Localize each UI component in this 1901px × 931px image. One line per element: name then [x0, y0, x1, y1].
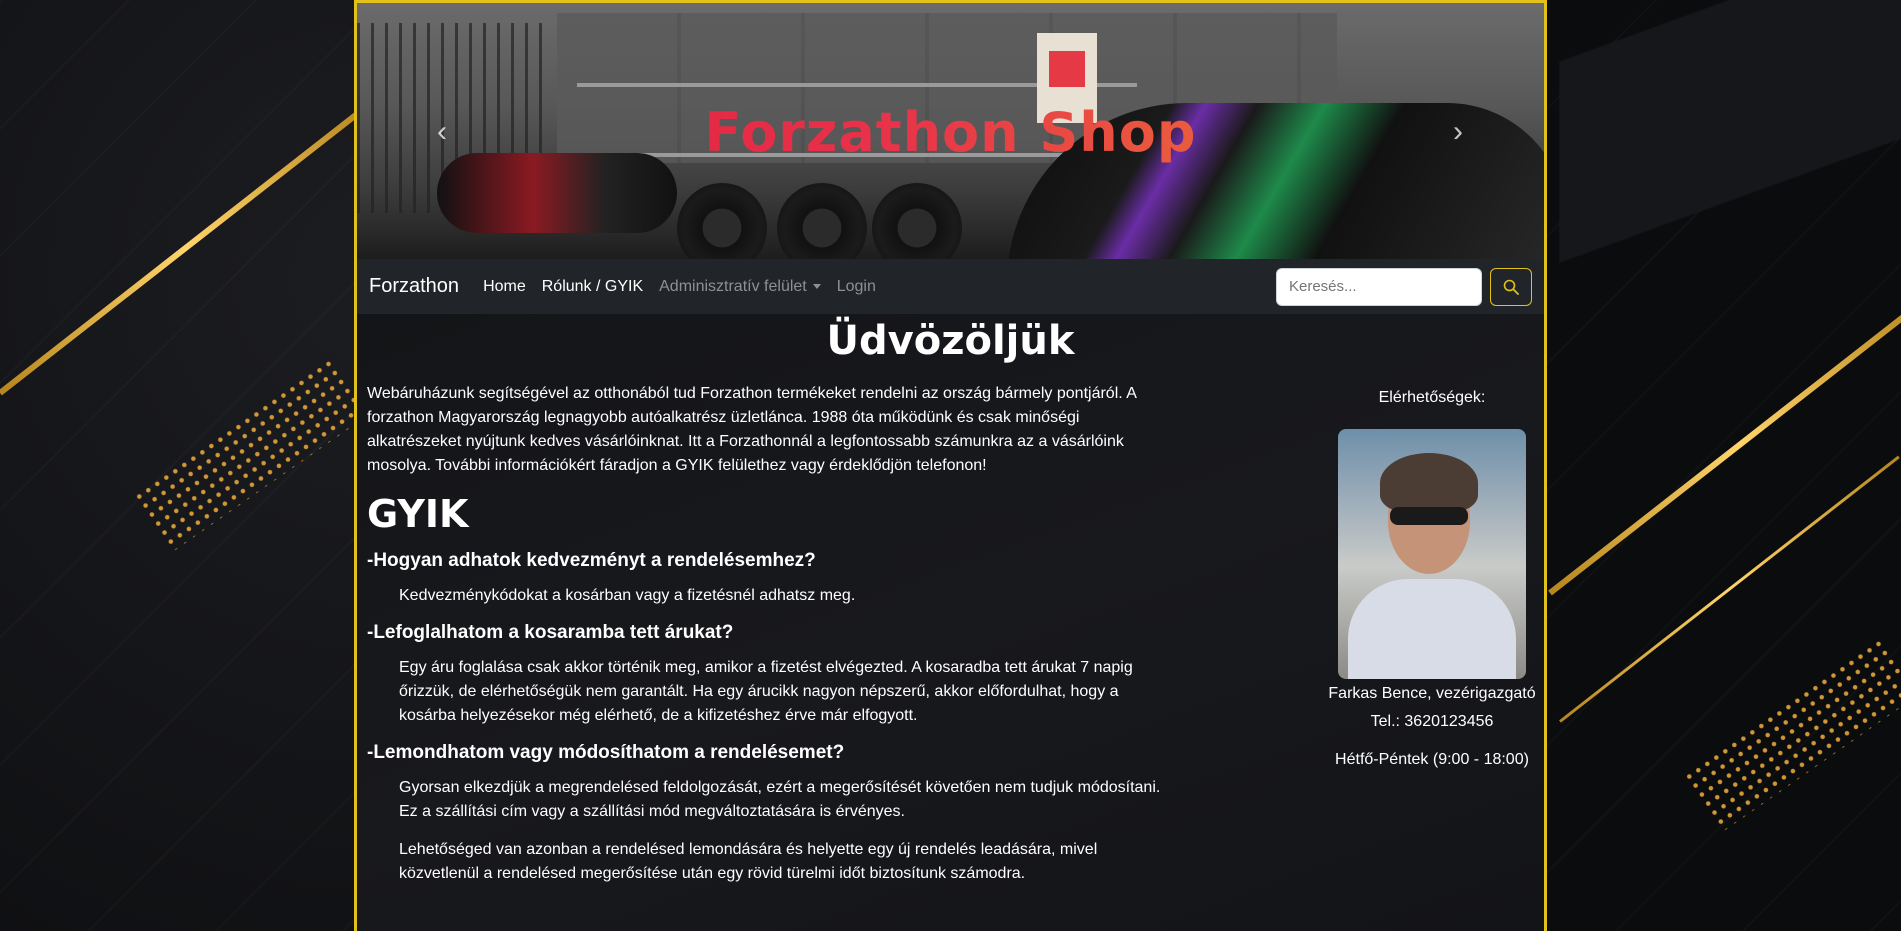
nav-admin-label: Adminisztratív felület — [659, 277, 807, 295]
navbar-brand[interactable]: Forzathon — [369, 275, 459, 298]
hero-tire — [777, 183, 867, 259]
faq-question: -Lefoglalhatom a kosaramba tett árukat? — [367, 622, 734, 643]
hero-carousel: Forzathon Shop ‹ › — [357, 3, 1544, 259]
main-frame: Forzathon Shop ‹ › Forzathon Home Rólunk… — [354, 0, 1547, 931]
intro-text: Webáruházunk segítségével az otthonából … — [367, 385, 1137, 474]
contact-label: Elérhetőségek: — [1378, 389, 1486, 406]
nav-home[interactable]: Home — [483, 278, 526, 296]
nav-about-faq[interactable]: Rólunk / GYIK — [542, 278, 643, 296]
carousel-prev-icon[interactable]: ‹ — [437, 115, 447, 149]
navbar: Forzathon Home Rólunk / GYIK Adminisztra… — [357, 259, 1544, 314]
search-input[interactable] — [1276, 267, 1482, 306]
faq-title: GYIK — [367, 492, 469, 536]
hero-title: Forzathon Shop — [357, 101, 1544, 164]
hero-tire — [872, 183, 962, 259]
contact-name: Farkas Bence, vezérigazgató — [1328, 685, 1536, 702]
photo-shirt — [1348, 579, 1516, 679]
contact-phone: Tel.: 3620123456 — [1370, 713, 1494, 730]
page-title: Üdvözöljük — [826, 318, 1075, 364]
faq-answer: Gyorsan elkezdjük a megrendelésed feldol… — [399, 779, 1161, 820]
faq-question: -Hogyan adhatok kedvezményt a rendelésem… — [367, 550, 816, 571]
faq-answer: Kedvezménykódokat a kosárban vagy a fize… — [399, 587, 856, 604]
ceo-photo — [1338, 429, 1526, 679]
faq-question: -Lemondhatom vagy módosíthatom a rendelé… — [367, 742, 845, 763]
faq-answer: Lehetőséged van azonban a rendelésed lem… — [399, 841, 1098, 882]
hero-tire — [677, 183, 767, 259]
faq-column: Webáruházunk segítségével az otthonából … — [367, 382, 1177, 900]
chevron-down-icon — [812, 283, 821, 289]
carousel-next-icon[interactable]: › — [1453, 115, 1463, 149]
search-button[interactable] — [1490, 267, 1532, 306]
faq-answer: Egy áru foglalása csak akkor történik me… — [399, 659, 1133, 724]
photo-hair — [1380, 453, 1478, 513]
nav-login[interactable]: Login — [837, 278, 876, 296]
search-icon — [1503, 279, 1519, 295]
contact-hours: Hétfő-Péntek (9:00 - 18:00) — [1335, 751, 1529, 768]
nav-admin-dropdown[interactable]: Adminisztratív felület — [659, 278, 821, 296]
photo-sunglasses — [1390, 507, 1468, 525]
hero-motorcycle — [437, 153, 677, 233]
search-form — [1276, 267, 1532, 306]
contact-column: Elérhetőségek: Farkas Bence, vezérigazga… — [1317, 382, 1544, 789]
main-content: Üdvözöljük Webáruházunk segítségével az … — [357, 314, 1544, 931]
